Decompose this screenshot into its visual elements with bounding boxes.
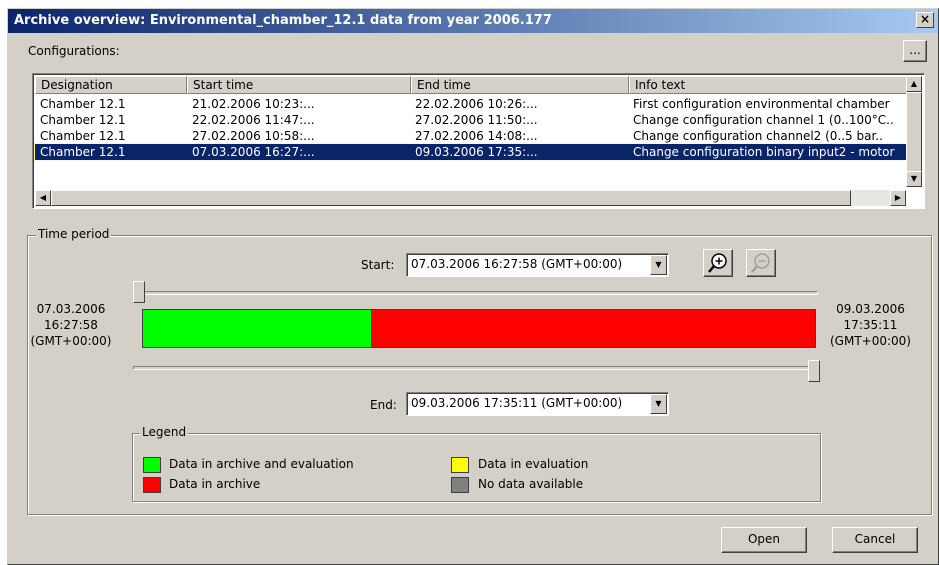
scroll-right-icon[interactable]: ▶ (890, 190, 906, 206)
cell-end-time: 27.02.2006 11:50:... (415, 113, 538, 127)
cell-designation: Chamber 12.1 (40, 129, 126, 143)
range-start-label: 07.03.2006 16:27:58 (GMT+00:00) (26, 301, 116, 349)
legend-swatch-archive (143, 477, 161, 493)
data-archive-segment (371, 310, 815, 347)
scroll-left-icon[interactable]: ◀ (35, 190, 51, 206)
chevron-down-icon[interactable]: ▼ (650, 394, 667, 414)
range-end-date: 09.03.2006 (836, 302, 905, 316)
open-button[interactable]: Open (721, 527, 807, 553)
end-slider-track[interactable] (133, 366, 818, 370)
horizontal-scroll-thumb[interactable] (51, 190, 851, 206)
start-time-value: 07.03.2006 16:27:58 (GMT+00:00) (411, 257, 623, 271)
chevron-down-icon[interactable]: ▼ (650, 255, 667, 275)
configurations-list[interactable]: Designation Start time End time Info tex… (32, 73, 925, 209)
table-row-selected[interactable]: Chamber 12.1 07.03.2006 16:27:... 09.03.… (34, 143, 908, 161)
start-slider-handle[interactable] (133, 281, 145, 303)
end-slider-handle[interactable] (808, 360, 820, 382)
cell-designation: Chamber 12.1 (40, 97, 126, 111)
cell-info-text: First configuration environmental chambe… (633, 97, 890, 111)
horizontal-scrollbar[interactable]: ◀ ▶ (35, 190, 906, 206)
range-end-tz: (GMT+00:00) (830, 334, 911, 348)
more-options-button[interactable]: ... (903, 40, 927, 62)
column-header-start-time[interactable]: Start time (187, 76, 411, 94)
legend-title: Legend (140, 425, 189, 439)
zoom-in-icon (708, 253, 727, 273)
close-icon[interactable]: × (916, 12, 934, 28)
vertical-scrollbar[interactable]: ▲ ▼ (906, 76, 922, 187)
cell-start-time: 21.02.2006 10:23:... (192, 97, 315, 111)
time-period-title: Time period (36, 227, 112, 241)
column-header-info-text[interactable]: Info text (629, 76, 907, 94)
legend-label-no-data: No data available (478, 477, 584, 491)
cell-end-time: 22.02.2006 10:26:... (415, 97, 538, 111)
legend-label-archive-evaluation: Data in archive and evaluation (169, 457, 354, 471)
cell-end-time: 27.02.2006 14:08:... (415, 129, 538, 143)
table-row[interactable]: Chamber 12.1 21.02.2006 10:23:... 22.02.… (35, 96, 907, 112)
column-header-designation[interactable]: Designation (35, 76, 187, 94)
archive-overview-dialog: Archive overview: Environmental_chamber_… (7, 8, 939, 565)
cell-designation: Chamber 12.1 (40, 145, 126, 159)
vertical-scroll-thumb[interactable] (906, 92, 922, 172)
end-time-value: 09.03.2006 17:35:11 (GMT+00:00) (411, 396, 623, 410)
legend-swatch-evaluation (451, 457, 469, 473)
window-title: Archive overview: Environmental_chamber_… (8, 9, 938, 33)
cell-info-text: Change configuration channel 1 (0..100°C… (633, 113, 894, 127)
cell-start-time: 22.02.2006 11:47:... (192, 113, 315, 127)
end-time-combo[interactable]: 09.03.2006 17:35:11 (GMT+00:00) ▼ (406, 392, 669, 416)
legend-label-archive: Data in archive (169, 477, 261, 491)
start-label: Start: (361, 258, 395, 272)
cell-start-time: 27.02.2006 10:58:... (192, 129, 315, 143)
end-label: End: (370, 398, 397, 412)
cell-end-time: 09.03.2006 17:35:... (415, 145, 538, 159)
range-start-date: 07.03.2006 (36, 302, 106, 316)
scroll-down-icon[interactable]: ▼ (906, 171, 922, 187)
cell-start-time: 07.03.2006 16:27:... (192, 145, 315, 159)
legend-label-evaluation: Data in evaluation (478, 457, 589, 471)
cell-info-text: Change configuration binary input2 - mot… (633, 145, 895, 159)
scroll-up-icon[interactable]: ▲ (906, 76, 922, 92)
start-slider-track[interactable] (133, 291, 818, 295)
cell-designation: Chamber 12.1 (40, 113, 126, 127)
cell-info-text: Change configuration channel2 (0..5 bar.… (633, 129, 883, 143)
table-row[interactable]: Chamber 12.1 22.02.2006 11:47:... 27.02.… (35, 112, 907, 128)
zoom-out-icon (751, 253, 770, 273)
zoom-out-button[interactable] (746, 249, 776, 277)
table-row[interactable]: Chamber 12.1 27.02.2006 10:58:... 27.02.… (35, 128, 907, 144)
zoom-in-button[interactable] (703, 249, 733, 277)
column-header-end-time[interactable]: End time (411, 76, 629, 94)
range-end-label: 09.03.2006 17:35:11 (GMT+00:00) (823, 301, 918, 349)
configurations-label: Configurations: (28, 44, 120, 58)
range-end-time: 17:35:11 (843, 318, 898, 332)
cancel-button[interactable]: Cancel (832, 527, 918, 553)
start-time-combo[interactable]: 07.03.2006 16:27:58 (GMT+00:00) ▼ (406, 253, 669, 277)
range-start-tz: (GMT+00:00) (30, 334, 112, 348)
data-archive-evaluation-segment (143, 310, 372, 347)
range-start-time: 16:27:58 (44, 318, 98, 332)
legend-swatch-archive-evaluation (143, 457, 161, 473)
archive-data-bar (142, 309, 816, 348)
legend-swatch-no-data (451, 477, 469, 493)
